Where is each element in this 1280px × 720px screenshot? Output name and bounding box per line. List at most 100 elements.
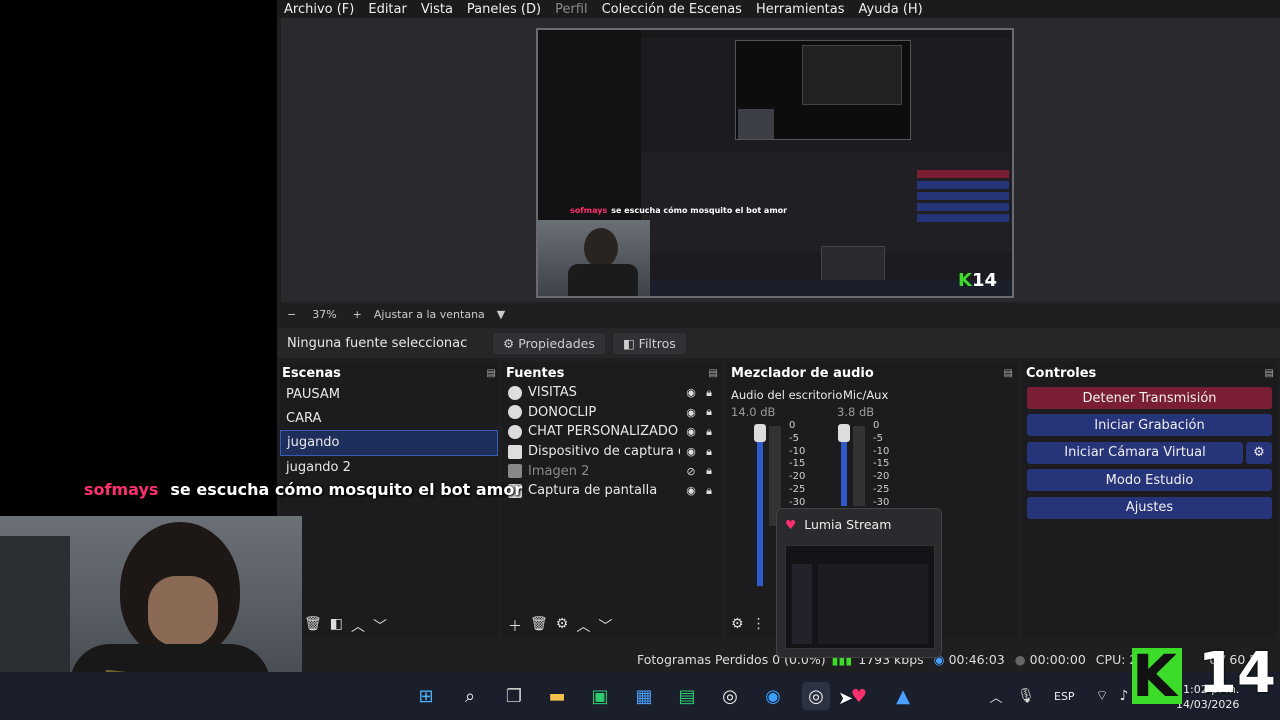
menu-herramientas[interactable]: Herramientas <box>749 2 852 17</box>
arrow-up-icon[interactable]: ︿ <box>351 616 365 636</box>
lock-icon[interactable]: 🔒︎ <box>702 484 716 498</box>
menu-coleccion[interactable]: Colección de Escenas <box>595 2 749 17</box>
arrow-down-icon[interactable]: ﹀ <box>598 616 612 636</box>
controls-dock: Controles ▤ Detener Transmisión Iniciar … <box>1022 362 1278 638</box>
filters-button[interactable]: ◧ Filtros <box>612 332 686 354</box>
fit-window-dropdown[interactable]: Ajustar a la ventana <box>374 308 485 321</box>
nested-capture <box>641 30 1012 296</box>
gear-icon[interactable]: ⚙ <box>556 616 569 636</box>
settings-button[interactable]: Ajustes <box>1027 496 1272 519</box>
zoom-in-button[interactable]: + <box>353 308 362 321</box>
lock-icon[interactable]: 🔒︎ <box>702 386 716 400</box>
dock-menu-icon[interactable]: ▤ <box>1265 368 1274 379</box>
eye-icon[interactable]: ◉ <box>684 425 698 438</box>
mouse-cursor-icon: ➤ <box>838 688 854 709</box>
menu-editar[interactable]: Editar <box>361 2 414 17</box>
scene-item-selected[interactable]: jugando <box>280 430 498 456</box>
dock-menu-icon[interactable]: ▤ <box>487 368 496 379</box>
nested-webcam <box>538 220 650 296</box>
lumia-thumbnail <box>785 545 935 649</box>
source-item[interactable]: DONOCLIP ◉ 🔒︎ <box>508 403 716 423</box>
scene-item[interactable]: PAUSAM <box>280 383 498 407</box>
eye-hidden-icon[interactable]: ⊘ <box>684 465 698 478</box>
menu-archivo[interactable]: Archivo (F) <box>277 2 361 17</box>
lumia-stream-preview[interactable]: ♥ Lumia Stream <box>776 508 942 658</box>
browser-icon <box>508 405 522 420</box>
lock-icon[interactable]: 🔒︎ <box>702 425 716 439</box>
source-item[interactable]: CHAT PERSONALIZADO ◉ 🔒︎ <box>508 422 716 442</box>
start-recording-button[interactable]: Iniciar Grabación <box>1027 414 1272 437</box>
trash-icon[interactable]: 🗑 <box>530 616 548 636</box>
chevron-up-icon[interactable]: ︿ <box>982 682 1010 710</box>
search-icon[interactable]: ⌕ <box>456 682 484 710</box>
logo-number: 14 <box>1198 641 1276 706</box>
microphone-icon[interactable]: 🎙︎ <box>1012 682 1040 710</box>
filter-icon: ◧ <box>622 335 635 351</box>
stop-stream-button[interactable]: Detener Transmisión <box>1027 387 1272 409</box>
eye-icon[interactable]: ◉ <box>684 406 698 419</box>
no-source-label: Ninguna fuente seleccionac <box>287 335 468 351</box>
obs-active-icon[interactable]: ◎ <box>802 682 830 710</box>
app-icon[interactable]: ▤ <box>673 682 701 710</box>
chat-overlay: sofmays se escucha cómo mosquito el bot a… <box>84 480 522 499</box>
channel-logo: K 14 <box>1132 644 1276 706</box>
menu-perfil[interactable]: Perfil <box>548 2 595 17</box>
chevron-down-icon[interactable]: ▼ <box>497 308 505 321</box>
task-view-icon[interactable]: ❐ <box>500 682 528 710</box>
nested-menubar <box>641 30 1012 38</box>
eye-icon[interactable]: ◉ <box>684 386 698 399</box>
arrow-down-icon[interactable]: ﹀ <box>373 616 387 636</box>
filter-icon[interactable]: ◧ <box>330 616 343 636</box>
dock-menu-icon[interactable]: ▤ <box>1004 368 1013 379</box>
app-icon[interactable]: ▲ <box>889 682 917 710</box>
menu-paneles[interactable]: Paneles (D) <box>460 2 548 17</box>
eye-icon[interactable]: ◉ <box>684 484 698 497</box>
scene-item[interactable]: jugando 2 <box>280 456 498 480</box>
add-icon[interactable]: ＋ <box>508 616 522 636</box>
chat-username: sofmays <box>84 480 159 499</box>
gear-icon[interactable]: ⚙ <box>731 616 744 632</box>
mic-slider[interactable] <box>838 424 850 442</box>
eye-icon[interactable]: ◉ <box>684 445 698 458</box>
source-item[interactable]: Captura de pantalla ◉ 🔒︎ <box>508 481 716 501</box>
arrow-up-icon[interactable]: ︿ <box>576 616 590 636</box>
app-icon[interactable]: ▣ <box>586 682 614 710</box>
browser-icon <box>508 385 522 400</box>
scene-item[interactable]: CARA <box>280 407 498 431</box>
dock-menu-icon[interactable]: ▤ <box>709 368 718 379</box>
desktop-audio-label: Audio del escritorio <box>731 388 843 402</box>
lock-icon[interactable]: 🔒︎ <box>702 445 716 459</box>
desktop-audio-slider[interactable] <box>754 424 766 442</box>
trash-icon[interactable]: 🗑 <box>304 616 322 636</box>
taskbar: ⊞ ⌕ ❐ ▬ ▣ ▦ ▤ ◎ ◉ ◎ ♥ ▲ ︿ 🎙︎ ESP ⌔ ♪ 11:… <box>0 672 1280 720</box>
lock-icon[interactable]: 🔒︎ <box>702 405 716 419</box>
lock-icon[interactable]: 🔒︎ <box>702 464 716 478</box>
file-explorer-icon[interactable]: ▬ <box>543 682 571 710</box>
scenes-toolbar: 🗑 ◧ ︿ ﹀ <box>304 616 395 636</box>
windows-start-icon[interactable]: ⊞ <box>412 682 440 710</box>
menu-ayuda[interactable]: Ayuda (H) <box>852 2 930 17</box>
browser-icon <box>508 424 522 439</box>
sources-dock: Fuentes ▤ VISITAS ◉ 🔒︎ DONOCLIP ◉ 🔒︎ CHAT PE… <box>502 362 722 638</box>
zoom-bar: − 37% + Ajustar a la ventana ▼ <box>277 304 1280 324</box>
source-item[interactable]: Dispositivo de captura de v◉🔒︎ <box>508 442 716 462</box>
menu-vista[interactable]: Vista <box>414 2 460 17</box>
zoom-out-button[interactable]: − <box>287 308 296 321</box>
person-face <box>148 576 218 646</box>
gear-icon[interactable]: ⚙ <box>1246 441 1272 464</box>
studio-mode-button[interactable]: Modo Estudio <box>1027 469 1272 492</box>
sources-title: Fuentes <box>506 365 565 381</box>
more-icon[interactable]: ⋮ <box>752 616 766 632</box>
source-item[interactable]: VISITAS ◉ 🔒︎ <box>508 383 716 403</box>
properties-button[interactable]: ⚙ Propiedades <box>493 332 605 354</box>
virtual-camera-button[interactable]: Iniciar Cámara Virtual <box>1027 441 1243 464</box>
chat-message: se escucha cómo mosquito el bot amor <box>170 480 523 499</box>
language-indicator[interactable]: ESP <box>1054 690 1075 703</box>
nested-preview <box>735 40 911 140</box>
stream-preview[interactable]: sofmays se escucha cómo mosquito el bot a… <box>536 28 1014 298</box>
db-scale: 0 -5 -10 -15 -20 -25 -30 <box>789 420 806 508</box>
obs-icon[interactable]: ◎ <box>716 682 744 710</box>
edge-icon[interactable]: ◉ <box>759 682 787 710</box>
photos-icon[interactable]: ▦ <box>630 682 658 710</box>
source-item[interactable]: Imagen 2 ⊘ 🔒︎ <box>508 461 716 481</box>
